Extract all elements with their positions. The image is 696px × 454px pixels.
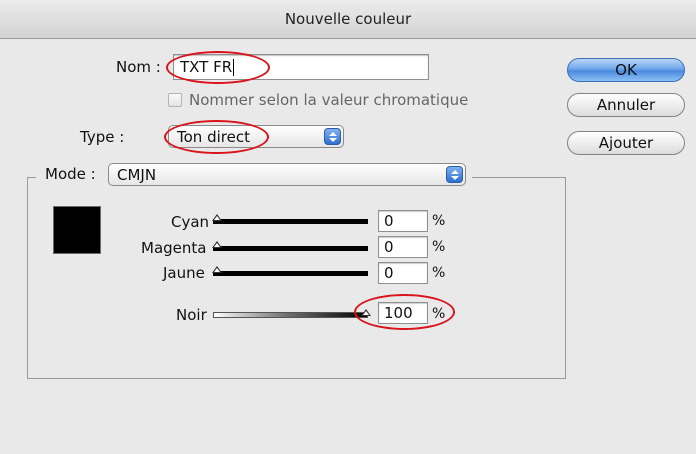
slider-label-jaune: Jaune — [163, 264, 205, 282]
highlight-ellipse-type — [164, 120, 269, 154]
unit-jaune: % — [432, 265, 446, 281]
slider-label-cyan: Cyan — [171, 213, 210, 231]
unit-magenta: % — [432, 239, 446, 255]
value-jaune: 0 — [384, 264, 394, 282]
value-input-jaune[interactable]: 0 — [378, 262, 428, 284]
slider-thumb-cyan[interactable] — [212, 214, 222, 221]
value-input-cyan[interactable]: 0 — [378, 210, 428, 232]
slider-label-noir: Noir — [176, 306, 207, 324]
mode-label: Mode : — [45, 165, 96, 183]
slider-thumb-jaune[interactable] — [212, 266, 222, 273]
mode-select[interactable]: CMJN — [108, 163, 466, 186]
highlight-ellipse-noir — [354, 294, 455, 330]
color-swatch — [53, 206, 101, 254]
chromatic-name-label: Nommer selon la valeur chromatique — [189, 91, 469, 109]
value-input-magenta[interactable]: 0 — [378, 236, 428, 258]
chromatic-name-checkbox[interactable] — [168, 93, 182, 107]
unit-cyan: % — [432, 213, 446, 229]
mode-value: CMJN — [117, 165, 157, 184]
slider-track-jaune[interactable] — [213, 271, 368, 276]
window-title: Nouvelle couleur — [284, 10, 412, 28]
slider-label-magenta: Magenta — [141, 239, 207, 257]
mode-groupbox — [27, 177, 566, 379]
type-label: Type : — [80, 128, 125, 146]
name-label: Nom : — [116, 58, 161, 76]
cancel-button[interactable]: Annuler — [567, 93, 685, 117]
value-magenta: 0 — [384, 238, 394, 256]
chevron-updown-icon — [324, 128, 341, 145]
ok-button[interactable]: OK — [567, 58, 685, 82]
slider-track-cyan[interactable] — [213, 219, 368, 224]
chevron-updown-icon — [446, 166, 463, 183]
highlight-ellipse-name — [166, 51, 270, 84]
value-cyan: 0 — [384, 212, 394, 230]
add-button[interactable]: Ajouter — [567, 131, 685, 155]
slider-track-noir[interactable] — [213, 312, 368, 318]
slider-track-magenta[interactable] — [213, 246, 368, 251]
slider-thumb-magenta[interactable] — [212, 241, 222, 248]
title-bar: Nouvelle couleur — [0, 0, 696, 39]
